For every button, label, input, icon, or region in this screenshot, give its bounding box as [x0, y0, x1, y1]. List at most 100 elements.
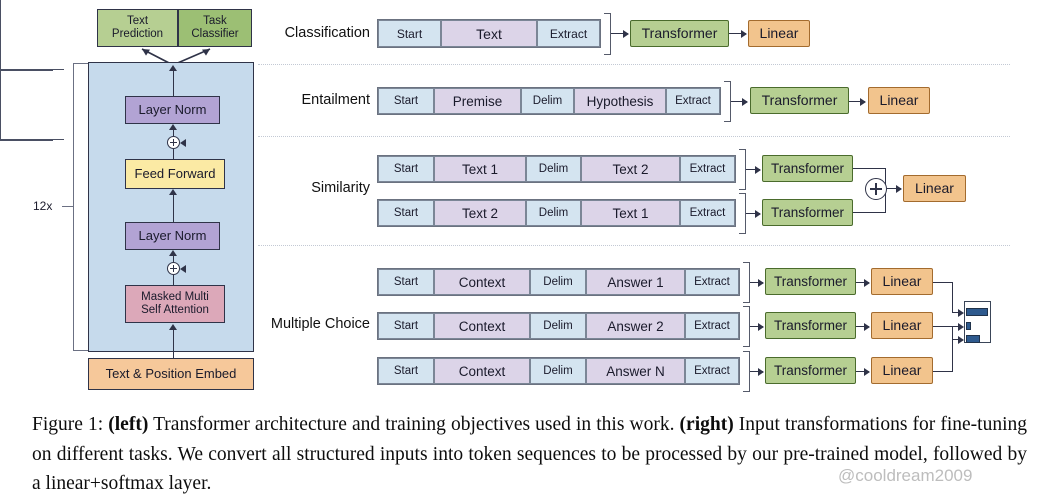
spine-ln-bottom-to-ff: [173, 192, 175, 222]
linear-multiple-choice-3: Linear: [871, 357, 933, 384]
token-delim: Delim: [526, 200, 581, 226]
token-extract: Extract: [680, 200, 735, 226]
transformer-multiple-choice-1: Transformer: [765, 268, 856, 295]
mc-merge-vertical-bottom: [952, 326, 954, 371]
residual-add-bottom: [167, 262, 180, 275]
token-text: Text: [441, 20, 537, 47]
sum-operator-similarity: [865, 178, 887, 200]
task-label-similarity: Similarity: [311, 180, 370, 196]
token-start: Start: [378, 20, 441, 47]
arrowhead-mc3-transformer: [758, 367, 764, 376]
token-text-1: Text 1: [581, 200, 680, 226]
merge-line-sim1: [853, 168, 886, 170]
arrowhead-mc1-linear: [864, 278, 870, 287]
sequence-bracket-mc-3: [743, 351, 750, 392]
arrowhead-to-layer-norm-bottom: [169, 250, 178, 256]
figure-1-panel: Text Prediction Task Classifier Layer No…: [0, 0, 1057, 500]
transformer-entailment: Transformer: [750, 87, 849, 114]
mc-merge-line-1: [933, 282, 953, 284]
token-answer-2: Answer 2: [586, 313, 685, 339]
sequence-bracket-mc-1: [743, 262, 750, 303]
mc-merge-line-3: [933, 371, 953, 373]
linear-multiple-choice-1: Linear: [871, 268, 933, 295]
sequence-bracket-mc-2: [743, 306, 750, 347]
arrowhead-to-layer-norm-top: [169, 124, 178, 130]
token-premise: Premise: [434, 88, 521, 114]
transformer-similarity-2: Transformer: [762, 199, 853, 226]
token-hypothesis: Hypothesis: [574, 88, 666, 114]
token-context: Context: [434, 358, 530, 384]
spine-attn-to-add: [173, 275, 175, 285]
spine-ff-to-add: [173, 149, 175, 159]
arrowhead-mc2-linear: [864, 322, 870, 331]
caption-right-tag: (right): [679, 414, 734, 435]
token-delim: Delim: [530, 313, 586, 339]
token-extract: Extract: [680, 156, 735, 182]
token-start: Start: [378, 269, 434, 295]
arrowhead-mc3-linear: [864, 367, 870, 376]
caption-body-1: Transformer architecture and training ob…: [148, 414, 680, 435]
skip-line-top-vertical: [0, 71, 2, 140]
head-text-prediction: Text Prediction: [97, 9, 178, 47]
arrowhead-sim2-transformer: [755, 209, 761, 218]
token-start: Start: [378, 88, 434, 114]
arrowhead-mc2-transformer: [758, 322, 764, 331]
token-context: Context: [434, 313, 530, 339]
sequence-bracket-sim-1: [739, 149, 746, 190]
softmax-bar-2: [966, 322, 971, 330]
token-text-2: Text 2: [581, 156, 680, 182]
token-delim: Delim: [530, 358, 586, 384]
token-extract: Extract: [537, 20, 600, 47]
linear-entailment: Linear: [868, 87, 930, 114]
sequence-bracket-sim-2: [739, 193, 746, 234]
arrowhead-to-attention: [169, 324, 178, 330]
sequence-bracket-cls: [604, 13, 611, 55]
transformer-classification: Transformer: [630, 20, 729, 47]
watermark: @cooldream2009: [838, 466, 973, 485]
caption-left-tag: (left): [108, 414, 149, 435]
residual-add-top: [167, 136, 180, 149]
token-extract: Extract: [685, 269, 739, 295]
mc-merge-vertical-top: [952, 282, 954, 313]
arrowhead-ent-linear: [860, 97, 866, 106]
token-answer-n: Answer N: [586, 358, 685, 384]
token-text-2: Text 2: [434, 200, 526, 226]
arrowhead-to-feed-forward: [169, 189, 178, 195]
arrowhead-sim1-transformer: [755, 165, 761, 174]
token-text-1: Text 1: [434, 156, 526, 182]
arrowhead-sim-linear: [896, 184, 902, 193]
repeat-bracket: [73, 63, 88, 351]
token-start: Start: [378, 313, 434, 339]
skip-line-bottom-vertical: [0, 0, 2, 69]
token-answer-1: Answer 1: [586, 269, 685, 295]
token-context: Context: [434, 269, 530, 295]
repeat-bracket-tick: [62, 206, 74, 208]
spine-embed-to-attn: [173, 327, 175, 358]
arrowhead-block-output: [169, 65, 178, 71]
arrowhead-cls-linear: [741, 29, 747, 38]
arrowhead-skip-top: [180, 138, 186, 147]
spine-ln-top-to-out: [173, 68, 175, 96]
task-label-classification: Classification: [284, 25, 370, 41]
token-start: Start: [378, 358, 434, 384]
transformer-multiple-choice-3: Transformer: [765, 357, 856, 384]
caption-figure-number: Figure 1:: [32, 414, 104, 435]
token-extract: Extract: [685, 358, 739, 384]
repeat-count-label: 12x: [33, 199, 53, 213]
sequence-bracket-ent: [724, 81, 731, 122]
merge-line-sim2: [853, 212, 886, 214]
token-extract: Extract: [685, 313, 739, 339]
mc-merge-line-2: [933, 326, 953, 328]
softmax-bar-1: [966, 308, 988, 316]
token-start: Start: [378, 200, 434, 226]
block-text-position-embed: Text & Position Embed: [88, 358, 254, 390]
token-delim: Delim: [526, 156, 581, 182]
transformer-similarity-1: Transformer: [762, 155, 853, 182]
arrowhead-ent-transformer: [742, 97, 748, 106]
block-layer-norm-bottom: Layer Norm: [125, 222, 220, 250]
task-label-multiple-choice: Multiple Choice: [270, 316, 370, 332]
arrowhead-skip-bottom: [180, 264, 186, 273]
arrowhead-cls-transformer: [623, 29, 629, 38]
separator-3: [258, 245, 1010, 246]
arrowhead-mc1-transformer: [758, 278, 764, 287]
